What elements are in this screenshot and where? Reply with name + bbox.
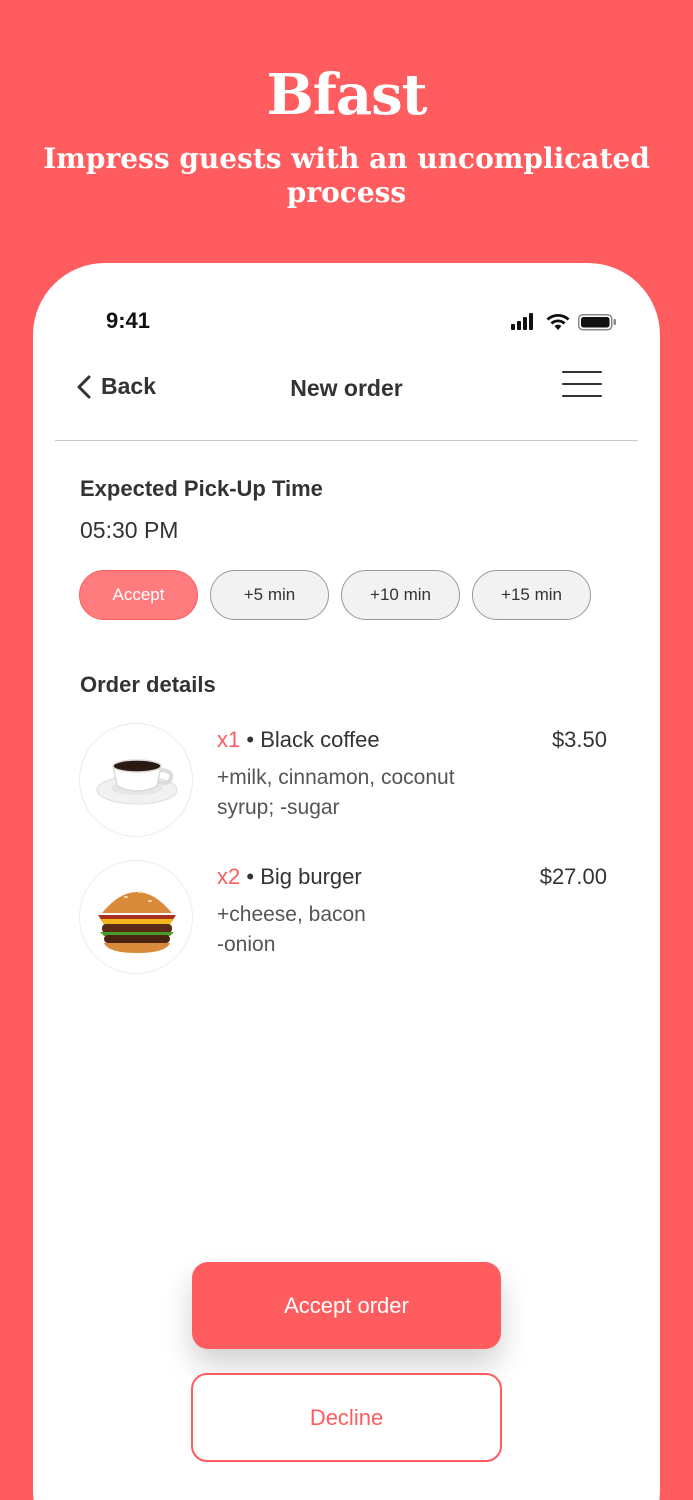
item-modifiers-line: syrup; -sugar — [217, 796, 340, 819]
order-details-label: Order details — [80, 672, 216, 697]
status-icons — [511, 313, 617, 331]
status-bar-icons — [511, 313, 616, 331]
accept-order-button[interactable]: Accept order — [192, 1262, 501, 1349]
wifi-icon — [546, 314, 570, 330]
item-modifiers-line: -onion — [217, 933, 276, 956]
item-title: • Big burger — [246, 864, 362, 889]
coffee-cup-image — [79, 723, 193, 837]
burger-image — [79, 860, 193, 974]
order-item: x2 • Big burger $27.00 +cheese, bacon -o… — [79, 860, 619, 980]
item-price: $27.00 — [539, 864, 607, 889]
app-tagline: Impress guests with an uncomplicated pro… — [43, 142, 650, 209]
item-title: • Black coffee — [246, 727, 380, 752]
pickup-options: Accept +5 min +10 min +15 min — [79, 570, 603, 620]
item-modifiers-line: +cheese, bacon — [217, 903, 366, 926]
accept-time-chip[interactable]: Accept — [79, 570, 198, 620]
pickup-time-label: Expected Pick-Up Time — [80, 476, 323, 501]
hamburger-menu-icon[interactable] — [562, 371, 602, 401]
plus-5-min-chip[interactable]: +5 min — [210, 570, 329, 620]
pickup-time-value: 05:30 PM — [80, 517, 179, 543]
header-divider — [55, 440, 638, 441]
item-quantity: x2 — [217, 864, 241, 889]
signal-icon — [511, 313, 533, 330]
item-name: x1 • Black coffee — [217, 727, 380, 753]
item-price: $3.50 — [551, 727, 607, 752]
item-name: x2 • Big burger — [217, 864, 362, 890]
item-modifiers: +cheese, bacon -onion — [217, 900, 517, 960]
item-quantity: x1 — [217, 727, 241, 752]
order-item: x1 • Black coffee $3.50 +milk, cinnamon,… — [79, 723, 619, 843]
phone-screen: 9:41 Back New order Expected Pick-Up Tim… — [33, 263, 660, 1500]
plus-10-min-chip[interactable]: +10 min — [341, 570, 460, 620]
plus-15-min-chip[interactable]: +15 min — [472, 570, 591, 620]
nav-bar: Back New order — [33, 363, 660, 413]
battery-icon — [578, 314, 616, 331]
item-modifiers-line: +milk, cinnamon, coconut — [217, 766, 455, 789]
app-title: Bfast — [266, 62, 427, 128]
item-modifiers: +milk, cinnamon, coconut syrup; -sugar — [217, 763, 517, 823]
decline-button[interactable]: Decline — [191, 1373, 502, 1462]
status-time: 9:41 — [106, 308, 151, 333]
